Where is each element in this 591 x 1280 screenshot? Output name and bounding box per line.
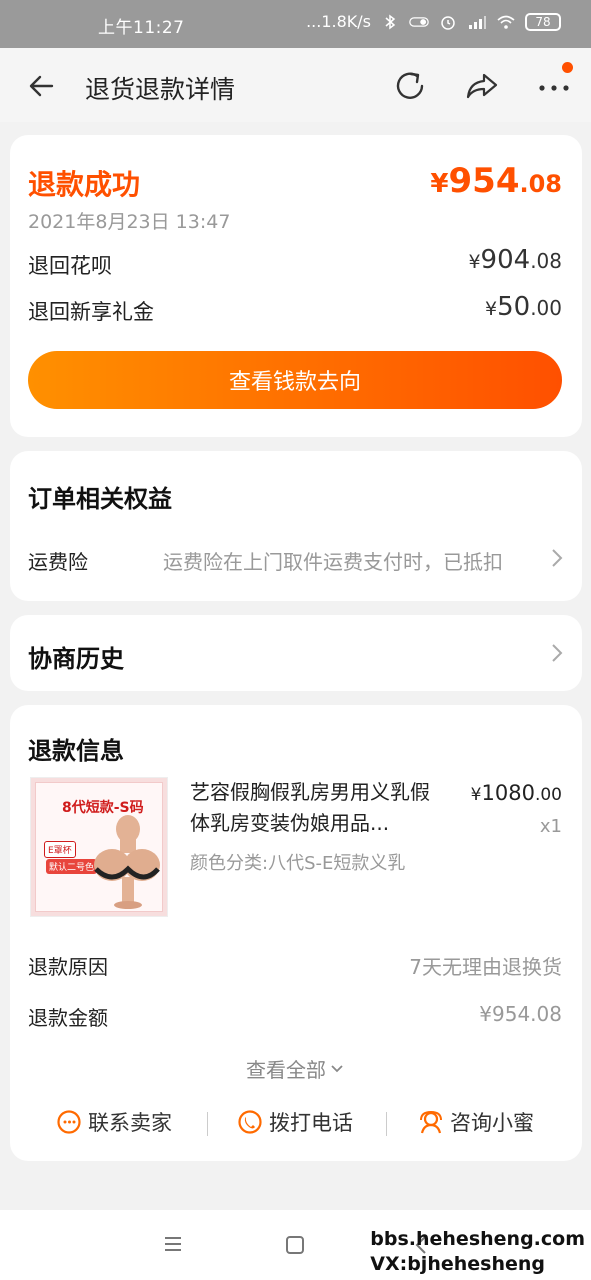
product-sku: 颜色分类:八代S-E短款义乳 xyxy=(190,853,406,874)
signal-icon xyxy=(469,15,486,29)
refund-amount-label: 退款金额 xyxy=(28,1006,108,1030)
amount-decimal: .08 xyxy=(530,249,562,273)
refund-amount-value: ¥954.08 xyxy=(479,1002,562,1026)
status-bar: 上午11:27 ...1.8K/s 78 xyxy=(0,0,591,48)
refund-row-amount: ¥50.00 xyxy=(485,292,562,322)
contact-seller-button[interactable]: 联系卖家 xyxy=(56,1107,172,1137)
amount-decimal: .08 xyxy=(519,170,562,198)
home-icon[interactable] xyxy=(284,1234,306,1256)
refresh-icon[interactable] xyxy=(390,66,430,106)
amount-decimal: .00 xyxy=(534,785,562,805)
product-title[interactable]: 艺容假胸假乳房男用义乳假体乳房变装伪娘用品... xyxy=(190,777,440,839)
contact-seller-label: 联系卖家 xyxy=(88,1111,172,1135)
call-phone-label: 拨打电话 xyxy=(269,1111,353,1135)
product-image: 8代短款-S码 E罩杯 默认二号色 xyxy=(35,782,163,912)
refund-info-card: 退款信息 8代短款-S码 E罩杯 默认二号色 艺容假胸假乳房男用义乳假体乳房变装… xyxy=(10,705,582,1161)
status-icons: ...1.8K/s 78 xyxy=(306,12,561,31)
refund-date: 2021年8月23日 13:47 xyxy=(28,211,231,233)
see-all-label: 查看全部 xyxy=(246,1058,326,1082)
watermark-line2: VX:bjhehesheng xyxy=(370,1253,545,1275)
status-time: 上午11:27 xyxy=(98,18,185,38)
ask-assistant-label: 咨询小蜜 xyxy=(450,1111,534,1135)
divider xyxy=(207,1112,208,1136)
currency-symbol: ¥ xyxy=(485,298,498,320)
amount-integer: 1080 xyxy=(481,781,535,805)
toggle-icon xyxy=(409,16,429,27)
amount-decimal: .00 xyxy=(530,296,562,320)
call-phone-button[interactable]: 拨打电话 xyxy=(237,1107,353,1137)
amount-integer: 904 xyxy=(480,245,531,275)
product-illustration xyxy=(94,815,160,909)
order-rights-card: 订单相关权益 运费险 运费险在上门取件运费支付时，已抵扣 xyxy=(10,451,582,601)
chat-icon xyxy=(57,1110,81,1134)
shipping-insurance-value: 运费险在上门取件运费支付时，已抵扣 xyxy=(163,550,503,574)
see-all-button[interactable]: 查看全部 xyxy=(246,1054,344,1083)
negotiation-history-card[interactable]: 协商历史 xyxy=(10,615,582,691)
refund-row-label: 退回花呗 xyxy=(28,254,112,278)
divider xyxy=(386,1112,387,1136)
phone-icon xyxy=(238,1110,262,1134)
bluetooth-icon xyxy=(385,14,396,29)
refund-row-amount: ¥904.08 xyxy=(468,245,562,275)
view-money-flow-button[interactable]: 查看钱款去向 xyxy=(28,351,562,409)
watermark-line1: bbs.hehesheng.com xyxy=(370,1228,585,1250)
amount-integer: 954 xyxy=(448,161,520,201)
wifi-icon xyxy=(497,15,515,29)
refund-summary-card: 退款成功 ¥954.08 2021年8月23日 13:47 退回花呗 ¥904.… xyxy=(10,135,582,437)
share-icon[interactable] xyxy=(462,66,502,106)
back-arrow-icon[interactable] xyxy=(22,66,62,106)
refund-total-amount: ¥954.08 xyxy=(430,161,562,201)
chevron-down-icon xyxy=(331,1064,343,1072)
section-title: 订单相关权益 xyxy=(28,485,172,513)
currency-symbol: ¥ xyxy=(430,169,449,199)
notification-dot xyxy=(562,62,573,73)
shipping-insurance-label: 运费险 xyxy=(28,550,88,574)
product-thumbnail[interactable]: 8代短款-S码 E罩杯 默认二号色 xyxy=(30,777,168,917)
assistant-icon xyxy=(420,1110,442,1134)
refund-reason-value: 7天无理由退换货 xyxy=(409,955,562,979)
refund-reason-label: 退款原因 xyxy=(28,955,108,979)
menu-icon[interactable] xyxy=(162,1234,184,1254)
battery-icon: 78 xyxy=(525,12,561,31)
product-quantity: x1 xyxy=(539,816,562,837)
chevron-right-icon xyxy=(552,644,563,662)
shipping-insurance-row[interactable]: 运费险 运费险在上门取件运费支付时，已抵扣 xyxy=(10,531,582,583)
page-title: 退货退款详情 xyxy=(85,75,236,104)
section-title: 协商历史 xyxy=(28,645,124,673)
alarm-icon xyxy=(441,15,455,30)
refund-status: 退款成功 xyxy=(28,168,141,201)
currency-symbol: ¥ xyxy=(470,785,482,805)
currency-symbol: ¥ xyxy=(468,251,481,273)
thumb-cup-tag: E罩杯 xyxy=(44,841,76,858)
chevron-right-icon xyxy=(552,549,563,567)
amount-integer: 50 xyxy=(497,292,531,322)
product-price: ¥1080.00 xyxy=(471,781,562,805)
net-speed: ...1.8K/s xyxy=(306,12,371,31)
refund-row-label: 退回新享礼金 xyxy=(28,300,154,324)
ask-assistant-button[interactable]: 咨询小蜜 xyxy=(418,1107,534,1137)
section-title: 退款信息 xyxy=(28,737,124,765)
nav-bar: 退货退款详情 xyxy=(0,48,591,122)
